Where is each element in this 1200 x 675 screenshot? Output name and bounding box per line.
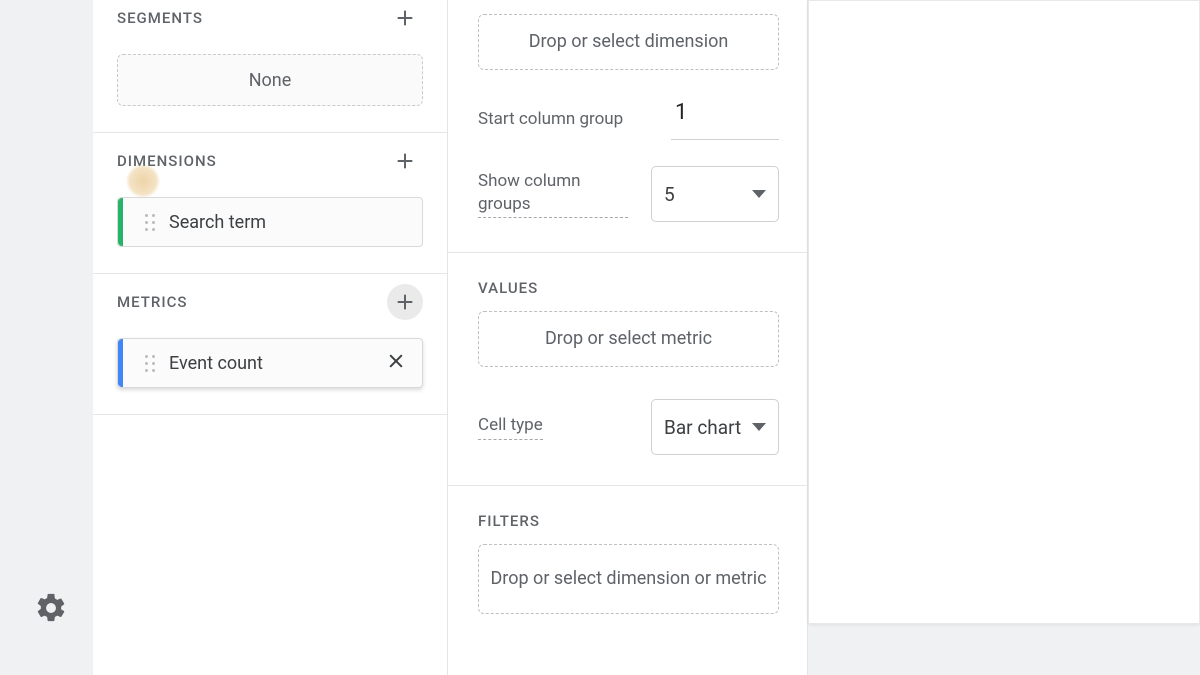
metric-chip-event-count[interactable]: Event count xyxy=(117,338,423,388)
plus-icon xyxy=(394,7,416,29)
start-column-group-value: 1 xyxy=(675,100,687,125)
chevron-down-icon xyxy=(752,423,766,431)
values-title: VALUES xyxy=(478,253,779,311)
variables-panel: SEGMENTS None DIMENSIONS Search term MET… xyxy=(93,0,448,675)
remove-metric-button[interactable] xyxy=(386,351,406,376)
show-column-groups-value: 5 xyxy=(664,183,675,206)
values-drop-zone[interactable]: Drop or select metric xyxy=(478,311,779,367)
show-column-groups-label: Show column groups xyxy=(478,170,628,219)
close-icon xyxy=(386,351,406,371)
dimension-chip-label: Search term xyxy=(169,212,406,233)
report-canvas-card[interactable] xyxy=(808,0,1200,624)
plus-icon xyxy=(394,291,416,313)
filters-drop-zone[interactable]: Drop or select dimension or metric xyxy=(478,544,779,614)
columns-section: Drop or select dimension Start column gr… xyxy=(448,0,807,253)
values-section: VALUES Drop or select metric Cell type B… xyxy=(448,253,807,486)
segments-title: SEGMENTS xyxy=(117,9,203,27)
columns-drop-zone[interactable]: Drop or select dimension xyxy=(478,14,779,70)
drag-handle-icon[interactable] xyxy=(143,212,157,232)
filters-section: FILTERS Drop or select dimension or metr… xyxy=(448,486,807,644)
metrics-section: METRICS Event count xyxy=(93,274,447,415)
plus-icon xyxy=(394,150,416,172)
columns-drop-text: Drop or select dimension xyxy=(529,31,729,54)
segments-drop-zone[interactable]: None xyxy=(117,54,423,106)
segments-section: SEGMENTS None xyxy=(93,0,447,133)
gear-icon xyxy=(34,591,68,625)
tab-settings-panel: Drop or select dimension Start column gr… xyxy=(448,0,808,675)
cell-type-value: Bar chart xyxy=(664,416,741,439)
dimensions-section: DIMENSIONS Search term xyxy=(93,133,447,274)
metrics-title: METRICS xyxy=(117,293,187,311)
segments-drop-text: None xyxy=(249,70,292,91)
metric-chip-label: Event count xyxy=(169,353,374,374)
dimensions-title: DIMENSIONS xyxy=(117,152,217,170)
cell-type-select[interactable]: Bar chart xyxy=(651,399,779,455)
start-column-group-label: Start column group xyxy=(478,108,623,133)
chevron-down-icon xyxy=(752,190,766,198)
settings-button[interactable] xyxy=(34,591,68,625)
drag-handle-icon[interactable] xyxy=(143,353,157,373)
dimension-chip-search-term[interactable]: Search term xyxy=(117,197,423,247)
chip-stripe xyxy=(118,198,123,246)
values-drop-text: Drop or select metric xyxy=(545,328,712,351)
show-column-groups-select[interactable]: 5 xyxy=(651,166,779,222)
cell-type-label: Cell type xyxy=(478,414,543,440)
add-metric-button[interactable] xyxy=(387,284,423,320)
chip-stripe xyxy=(118,339,123,387)
add-dimension-button[interactable] xyxy=(387,143,423,179)
filters-title: FILTERS xyxy=(478,486,779,544)
add-segment-button[interactable] xyxy=(387,0,423,36)
filters-drop-text: Drop or select dimension or metric xyxy=(490,568,766,591)
start-column-group-input[interactable]: 1 xyxy=(671,100,779,140)
